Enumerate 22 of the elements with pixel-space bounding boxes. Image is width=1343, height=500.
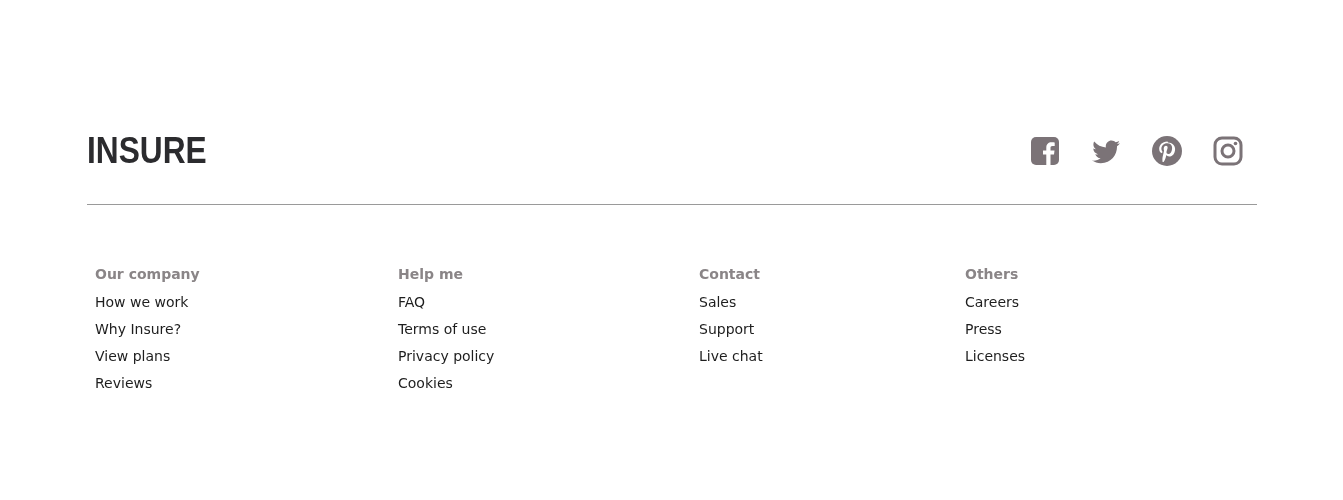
footer-link[interactable]: Support [699, 320, 965, 339]
column-heading: Others [965, 265, 1020, 284]
footer-link[interactable]: Privacy policy [398, 347, 699, 366]
footer-link[interactable]: How we work [95, 293, 398, 312]
footer-link[interactable]: Why Insure? [95, 320, 398, 339]
pinterest-icon[interactable] [1151, 135, 1183, 167]
column-heading: Help me [398, 265, 464, 284]
column-heading: Contact [699, 265, 761, 284]
camera-icon[interactable] [1212, 135, 1244, 167]
footer-link[interactable]: Press [965, 320, 1257, 339]
footer-link[interactable]: View plans [95, 347, 398, 366]
footer-link[interactable]: Licenses [965, 347, 1257, 366]
column-heading: Our company [95, 265, 201, 284]
footer-link[interactable]: Terms of use [398, 320, 699, 339]
footer-link[interactable]: Live chat [699, 347, 965, 366]
logo: INSURE [87, 133, 207, 169]
facebook-icon[interactable] [1029, 135, 1061, 167]
footer-link[interactable]: FAQ [398, 293, 699, 312]
footer-link[interactable]: Reviews [95, 374, 398, 393]
footer-link[interactable]: Sales [699, 293, 965, 312]
footer-link[interactable]: Cookies [398, 374, 699, 393]
footer-link[interactable]: Careers [965, 293, 1257, 312]
